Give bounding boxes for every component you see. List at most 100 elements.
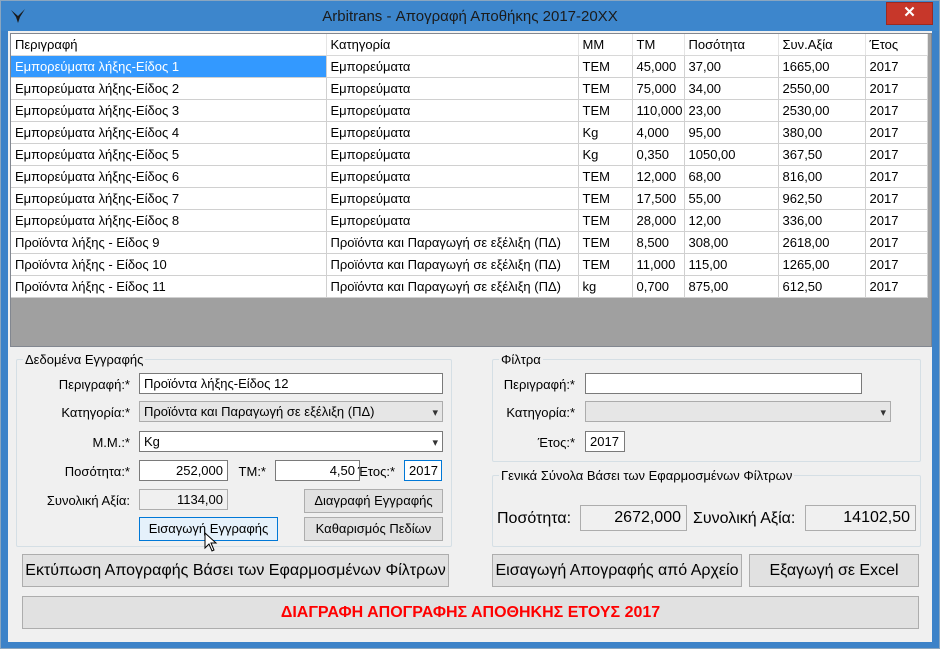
column-header[interactable]: Κατηγορία [326,34,579,56]
column-header[interactable]: Συν.Αξία [778,34,866,56]
table-cell[interactable]: 2618,00 [778,231,866,254]
table-cell[interactable]: 2530,00 [778,99,866,122]
table-cell[interactable]: 45,000 [632,55,685,78]
table-cell[interactable]: Εμπορεύματα [326,209,579,232]
table-cell[interactable]: Εμπορεύματα λήξης-Είδος 2 [11,77,327,100]
table-cell[interactable]: 1265,00 [778,253,866,276]
column-header[interactable]: Περιγραφή [11,34,327,56]
table-cell[interactable]: ΤΕΜ [578,99,633,122]
table-cell[interactable]: Kg [578,121,633,144]
table-cell[interactable]: 110,000 [632,99,685,122]
table-cell[interactable]: ΤΕΜ [578,55,633,78]
table-cell[interactable]: kg [578,275,633,298]
table-cell[interactable]: 0,700 [632,275,685,298]
table-cell[interactable]: Προϊόντα λήξης - Είδος 11 [11,275,327,298]
table-cell[interactable]: 12,000 [632,165,685,188]
table-cell[interactable]: ΤΕΜ [578,209,633,232]
table-row[interactable]: Εμπορεύματα λήξης-Είδος 5 Εμπορεύματα Kg 0,… [11,143,928,166]
filter-year-input[interactable]: 2017 [585,431,625,452]
table-cell[interactable]: 4,000 [632,121,685,144]
table-cell[interactable]: 2017 [865,99,928,122]
table-cell[interactable]: Εμπορεύματα [326,187,579,210]
table-cell[interactable]: 2017 [865,253,928,276]
column-header[interactable]: Ποσότητα [684,34,779,56]
table-cell[interactable]: 2017 [865,77,928,100]
table-cell[interactable]: 75,000 [632,77,685,100]
table-cell[interactable]: 34,00 [684,77,779,100]
table-cell[interactable]: 2017 [865,55,928,78]
table-cell[interactable]: Προϊόντα λήξης - Είδος 10 [11,253,327,276]
title-bar[interactable]: Arbitrans - Απογραφή Αποθήκης 2017-20XX … [1,1,939,31]
close-button[interactable]: ✕ [886,2,933,25]
table-row[interactable]: Εμπορεύματα λήξης-Είδος 1 Εμπορεύματα ΤΕΜ 4… [11,55,928,78]
table-cell[interactable]: 336,00 [778,209,866,232]
table-cell[interactable]: 1050,00 [684,143,779,166]
table-cell[interactable]: 68,00 [684,165,779,188]
table-cell[interactable]: 380,00 [778,121,866,144]
table-cell[interactable]: 2017 [865,165,928,188]
table-cell[interactable]: Εμπορεύματα λήξης-Είδος 7 [11,187,327,210]
table-cell[interactable]: 2017 [865,231,928,254]
delete-year-inventory-button[interactable]: ΔΙΑΓΡΑΦΗ ΑΠΟΓΡΑΦΗΣ ΑΠΟΘΗΚΗΣ ΕΤΟΥΣ 2017 [22,596,919,629]
table-cell[interactable]: 0,350 [632,143,685,166]
filter-category-select[interactable]: ▾ [585,401,891,422]
inventory-grid[interactable]: Περιγραφή Κατηγορία ΜΜ ΤΜ Ποσότητα Συν.Α… [10,33,932,347]
print-inventory-button[interactable]: Εκτύπωση Απογραφής Βάσει των Εφαρμοσμένω… [22,554,449,587]
table-cell[interactable]: Εμπορεύματα [326,121,579,144]
table-cell[interactable]: Εμπορεύματα [326,99,579,122]
table-cell[interactable]: 37,00 [684,55,779,78]
import-inventory-button[interactable]: Εισαγωγή Απογραφής από Αρχείο [492,554,742,587]
table-cell[interactable]: Εμπορεύματα λήξης-Είδος 6 [11,165,327,188]
table-cell[interactable]: 28,000 [632,209,685,232]
export-excel-button[interactable]: Εξαγωγή σε Excel [749,554,919,587]
table-cell[interactable]: Kg [578,143,633,166]
table-cell[interactable]: Εμπορεύματα λήξης-Είδος 4 [11,121,327,144]
table-cell[interactable]: Προϊόντα λήξης - Είδος 9 [11,231,327,254]
table-cell[interactable]: ΤΕΜ [578,77,633,100]
table-row[interactable]: Εμπορεύματα λήξης-Είδος 3 Εμπορεύματα ΤΕΜ 1… [11,99,928,122]
table-cell[interactable]: 2017 [865,187,928,210]
table-cell[interactable]: 2550,00 [778,77,866,100]
table-row[interactable]: Εμπορεύματα λήξης-Είδος 8 Εμπορεύματα ΤΕΜ 2… [11,209,928,232]
table-row[interactable]: Εμπορεύματα λήξης-Είδος 6 Εμπορεύματα ΤΕΜ 1… [11,165,928,188]
table-cell[interactable]: 2017 [865,121,928,144]
table-cell[interactable]: Εμπορεύματα [326,165,579,188]
table-cell[interactable]: 1665,00 [778,55,866,78]
table-cell[interactable]: 612,50 [778,275,866,298]
entry-category-select[interactable]: Προϊόντα και Παραγωγή σε εξέλιξη (ΠΔ) ▾ [139,401,443,422]
table-cell[interactable]: Εμπορεύματα λήξης-Είδος 5 [11,143,327,166]
table-cell[interactable]: 962,50 [778,187,866,210]
column-header[interactable]: Έτος [865,34,928,56]
table-cell[interactable]: 115,00 [684,253,779,276]
table-cell[interactable]: Εμπορεύματα λήξης-Είδος 1 [11,55,327,78]
table-cell[interactable]: 308,00 [684,231,779,254]
table-cell[interactable]: Εμπορεύματα [326,77,579,100]
table-cell[interactable]: Εμπορεύματα λήξης-Είδος 3 [11,99,327,122]
table-cell[interactable]: ΤΕΜ [578,165,633,188]
filter-description-input[interactable] [585,373,862,394]
entry-quantity-input[interactable]: 252,000 [139,460,228,481]
table-cell[interactable]: Εμπορεύματα [326,55,579,78]
table-cell[interactable]: 2017 [865,209,928,232]
table-cell[interactable]: 367,50 [778,143,866,166]
table-cell[interactable]: Προϊόντα και Παραγωγή σε εξέλιξη (ΠΔ) [326,253,579,276]
table-cell[interactable]: 816,00 [778,165,866,188]
table-cell[interactable]: 95,00 [684,121,779,144]
table-cell[interactable]: 2017 [865,275,928,298]
table-cell[interactable]: 875,00 [684,275,779,298]
table-cell[interactable]: ΤΕΜ [578,253,633,276]
table-cell[interactable]: Προϊόντα και Παραγωγή σε εξέλιξη (ΠΔ) [326,231,579,254]
table-cell[interactable]: 8,500 [632,231,685,254]
table-row[interactable]: Προϊόντα λήξης - Είδος 9 Προϊόντα και Παρ… [11,231,928,254]
table-cell[interactable]: Εμπορεύματα [326,143,579,166]
entry-unit-select[interactable]: Kg ▾ [139,431,443,452]
table-cell[interactable]: 11,000 [632,253,685,276]
table-cell[interactable]: ΤΕΜ [578,231,633,254]
table-cell[interactable]: 17,500 [632,187,685,210]
entry-year-input[interactable]: 2017 [404,460,442,481]
entry-description-input[interactable]: Προϊόντα λήξης-Είδος 12 [139,373,443,394]
table-cell[interactable]: 12,00 [684,209,779,232]
column-header[interactable]: ΤΜ [632,34,685,56]
clear-fields-button[interactable]: Καθαρισμός Πεδίων [304,517,443,541]
table-row[interactable]: Εμπορεύματα λήξης-Είδος 2 Εμπορεύματα ΤΕΜ 7… [11,77,928,100]
